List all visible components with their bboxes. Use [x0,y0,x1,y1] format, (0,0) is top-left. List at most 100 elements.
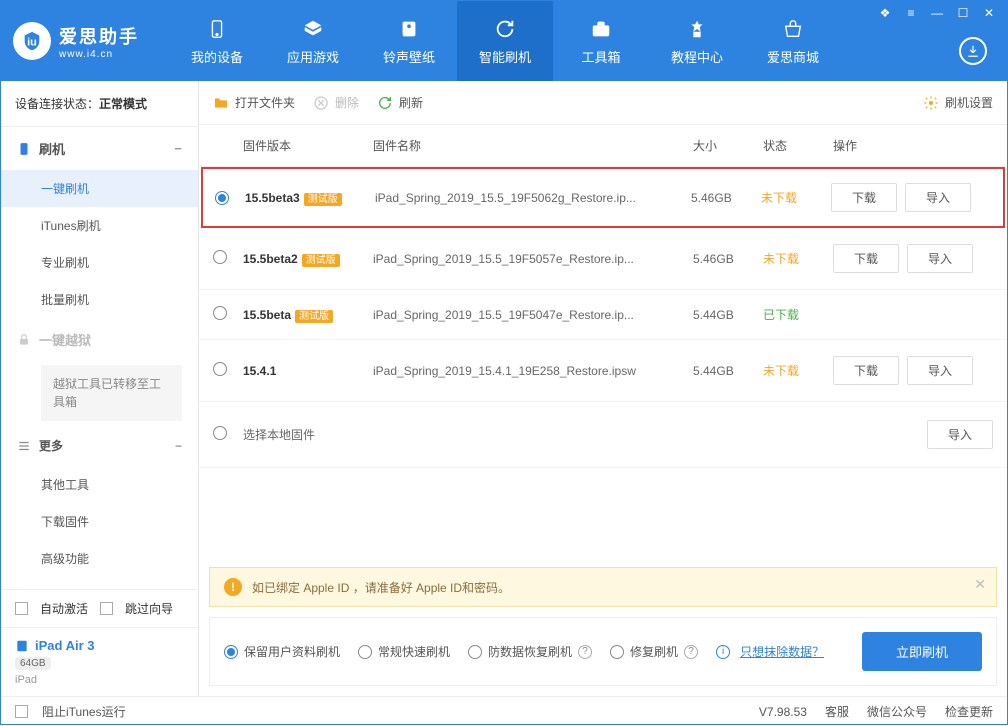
sidebar-flash-head[interactable]: 刷机 − [1,127,198,170]
logo-sub: www.i4.cn [59,49,139,60]
firmware-radio[interactable] [213,362,227,376]
beta-tag: 测试版 [302,254,340,267]
repair-option[interactable]: 修复刷机? [610,643,698,660]
col-version: 固件版本 [243,137,373,154]
nav-label: 应用游戏 [287,47,339,66]
block-itunes-checkbox[interactable] [15,705,28,718]
nav-label: 工具箱 [581,47,620,66]
download-button[interactable]: 下载 [833,244,899,273]
local-firmware-row: 选择本地固件 导入 [199,402,1007,468]
skip-guide-label: 跳过向导 [125,600,173,617]
sidebar-more-head[interactable]: 更多 − [1,425,198,466]
sidebar-flash-item-3[interactable]: 批量刷机 [1,281,198,318]
device-info[interactable]: iPad Air 3 64GB iPad [1,627,198,696]
download-button[interactable]: 下载 [833,356,899,385]
erase-data-link[interactable]: 只想抹除数据？ [740,643,824,660]
sidebar-checks: 自动激活 跳过向导 [1,589,198,627]
footer: 阻止iTunes运行 V7.98.53 客服 微信公众号 检查更新 [1,696,1007,726]
nav-tab-4[interactable]: 工具箱 [553,1,649,81]
jailbreak-notice: 越狱工具已转移至工具箱 [41,365,182,421]
flash-now-button[interactable]: 立即刷机 [862,632,982,671]
firmware-row: 15.5beta3 测试版 iPad_Spring_2019_15.5_19F506… [201,167,1005,228]
nav-tab-6[interactable]: 爱思商城 [745,1,841,81]
nav-label: 我的设备 [191,47,243,66]
sidebar-flash-item-2[interactable]: 专业刷机 [1,244,198,281]
nav-tab-5[interactable]: 教程中心 [649,1,745,81]
logo-title: 爱思助手 [59,23,139,49]
nav-icon [301,17,325,41]
nav-tab-0[interactable]: 我的设备 [169,1,265,81]
refresh-button[interactable]: 刷新 [377,94,423,111]
local-fw-radio[interactable] [213,426,227,440]
nav-tabs: 我的设备 应用游戏 铃声壁纸智能刷机工具箱 教程中心 爱思商城 [169,1,841,81]
import-button[interactable]: 导入 [927,420,993,449]
import-button[interactable]: 导入 [907,356,973,385]
fw-size: 5.44GB [693,364,763,378]
flash-options-bar: 保留用户资料刷机 常规快速刷机 防数据恢复刷机? 修复刷机? i只想抹除数据？ … [209,617,997,686]
close-icon[interactable]: ✕ [981,5,997,21]
sidebar: 设备连接状态：正常模式 刷机 − 一键刷机iTunes刷机专业刷机批量刷机 一键… [1,81,199,696]
import-button[interactable]: 导入 [907,244,973,273]
check-update-link[interactable]: 检查更新 [945,703,993,720]
version-label: V7.98.53 [759,705,807,719]
sidebar-more-item-2[interactable]: 高级功能 [1,540,198,577]
normal-option[interactable]: 常规快速刷机 [358,643,450,660]
firmware-row: 15.4.1iPad_Spring_2019_15.4.1_19E258_Res… [199,340,1007,402]
flash-settings-button[interactable]: 刷机设置 [923,94,993,111]
firmware-radio[interactable] [213,306,227,320]
dots-icon[interactable]: ❖ [877,5,893,21]
conn-value: 正常模式 [99,97,147,111]
fw-status: 未下载 [763,362,833,379]
radio-icon [610,645,624,659]
logo-icon: iu [13,22,51,60]
sidebar-more-item-0[interactable]: 其他工具 [1,466,198,503]
content: 打开文件夹 删除 刷新 刷机设置 固件版本 固件名称 大小 状态 操作 15.5… [199,81,1007,696]
firmware-radio[interactable] [213,250,227,264]
nav-icon [781,17,805,41]
sidebar-jailbreak-head: 一键越狱 [1,318,198,361]
fw-size: 5.46GB [693,252,763,266]
window-controls: ❖ ≡ — ☐ ✕ [877,5,997,21]
nav-tab-2[interactable]: 铃声壁纸 [361,1,457,81]
logo[interactable]: iu 爱思助手 www.i4.cn [13,22,139,60]
folder-icon [213,95,229,111]
keep-data-option[interactable]: 保留用户资料刷机 [224,643,340,660]
wechat-link[interactable]: 微信公众号 [867,703,927,720]
service-link[interactable]: 客服 [825,703,849,720]
auto-activate-label: 自动激活 [40,600,88,617]
col-status: 状态 [763,137,833,154]
nav-label: 教程中心 [671,47,723,66]
fw-status: 未下载 [761,189,831,206]
open-folder-button[interactable]: 打开文件夹 [213,94,295,111]
nav-icon [589,17,613,41]
nav-tab-3[interactable]: 智能刷机 [457,1,553,81]
import-button[interactable]: 导入 [905,183,971,212]
conn-label: 设备连接状态： [15,97,99,111]
nav-tab-1[interactable]: 应用游戏 [265,1,361,81]
beta-tag: 测试版 [304,193,342,206]
sidebar-more-item-1[interactable]: 下载固件 [1,503,198,540]
auto-activate-checkbox[interactable] [15,602,28,615]
fw-name: iPad_Spring_2019_15.5_19F5062g_Restore.i… [375,191,691,205]
help-icon[interactable]: ? [578,645,592,659]
fw-size: 5.44GB [693,308,763,322]
close-warning-button[interactable]: ✕ [974,576,986,593]
skip-guide-checkbox[interactable] [100,602,113,615]
help-icon[interactable]: ? [684,645,698,659]
info-icon[interactable]: i [716,645,730,659]
hamburger-icon [17,439,31,453]
download-button[interactable] [959,37,987,65]
delete-button[interactable]: 删除 [313,94,359,111]
lock-icon [17,333,31,347]
fw-version: 15.5beta3 [245,191,300,205]
anti-data-option[interactable]: 防数据恢复刷机? [468,643,592,660]
firmware-radio[interactable] [215,191,229,205]
sidebar-flash-item-0[interactable]: 一键刷机 [1,170,198,207]
sidebar-flash-item-1[interactable]: iTunes刷机 [1,207,198,244]
col-size: 大小 [693,137,763,154]
beta-tag: 测试版 [295,310,333,323]
menu-icon[interactable]: ≡ [903,5,919,21]
download-button[interactable]: 下载 [831,183,897,212]
minimize-icon[interactable]: — [929,5,945,21]
maximize-icon[interactable]: ☐ [955,5,971,21]
